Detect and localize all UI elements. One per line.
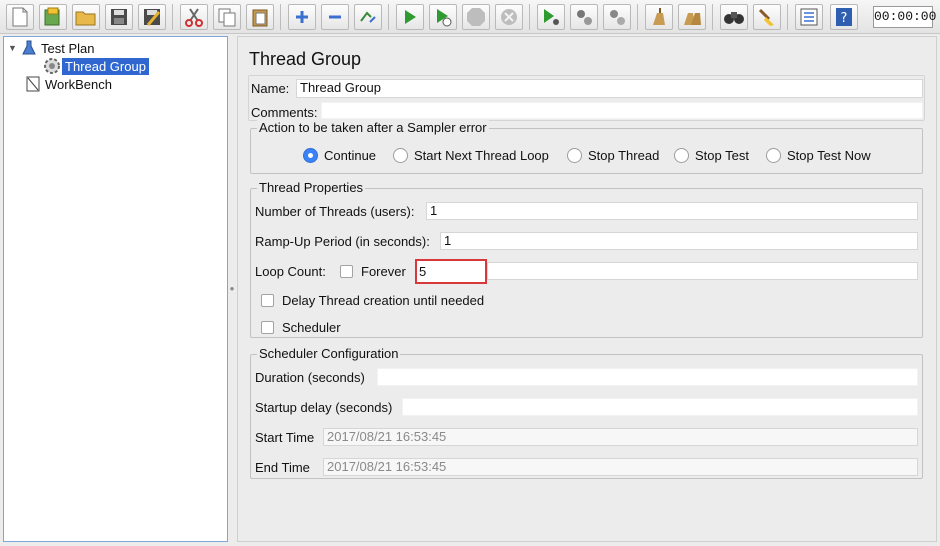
radio-label: Start Next Thread Loop bbox=[414, 148, 549, 163]
scheduler-checkbox[interactable]: Scheduler bbox=[261, 320, 341, 335]
checkbox-icon bbox=[261, 294, 274, 307]
thread-properties-legend: Thread Properties bbox=[257, 180, 366, 196]
name-field[interactable]: Thread Group bbox=[296, 79, 923, 98]
start-icon[interactable] bbox=[396, 4, 424, 30]
radio-icon bbox=[567, 148, 582, 163]
radio-start-next-thread-loop[interactable]: Start Next Thread Loop bbox=[393, 148, 549, 163]
tree-item-workbench[interactable]: WorkBench bbox=[24, 75, 115, 93]
radio-label: Continue bbox=[324, 148, 377, 163]
radio-stop-test-now[interactable]: Stop Test Now bbox=[766, 148, 871, 163]
sampler-error-legend: Action to be taken after a Sampler error bbox=[257, 120, 489, 136]
radio-stop-thread[interactable]: Stop Thread bbox=[567, 148, 659, 163]
svg-text:?: ? bbox=[841, 11, 848, 26]
templates-icon[interactable] bbox=[39, 4, 67, 30]
reset-search-icon[interactable] bbox=[753, 4, 781, 30]
thread-properties-section: Thread Properties Number of Threads (use… bbox=[250, 180, 923, 338]
radio-continue[interactable]: Continue bbox=[303, 148, 376, 163]
stop-icon[interactable] bbox=[462, 4, 490, 30]
radio-checked-icon bbox=[303, 148, 318, 163]
remote-start-icon[interactable] bbox=[537, 4, 565, 30]
radio-icon bbox=[393, 148, 408, 163]
open-icon[interactable] bbox=[72, 4, 100, 30]
collapse-icon[interactable] bbox=[321, 4, 349, 30]
page-title: Thread Group bbox=[249, 49, 362, 69]
toolbar: ? 00:00:00 bbox=[0, 0, 940, 34]
start-time-field[interactable]: 2017/08/21 16:53:45 bbox=[323, 428, 918, 446]
forever-checkbox[interactable]: Forever bbox=[340, 264, 406, 279]
elapsed-timer: 00:00:00 bbox=[873, 6, 936, 28]
name-label: Name: bbox=[251, 81, 290, 96]
cut-icon[interactable] bbox=[180, 4, 208, 30]
rampup-field[interactable]: 1 bbox=[440, 232, 918, 250]
threads-field[interactable]: 1 bbox=[426, 202, 918, 220]
remote-shutdown-icon[interactable] bbox=[603, 4, 631, 30]
expand-arrow-icon[interactable]: ▼ bbox=[8, 43, 20, 53]
save-icon[interactable] bbox=[105, 4, 133, 30]
expand-icon[interactable] bbox=[288, 4, 316, 30]
radio-icon bbox=[766, 148, 781, 163]
checkbox-icon bbox=[340, 265, 353, 278]
help-icon[interactable]: ? bbox=[830, 4, 858, 30]
threads-label: Number of Threads (users): bbox=[255, 204, 415, 219]
radio-label: Stop Test Now bbox=[787, 148, 871, 163]
tree-item-label: WorkBench bbox=[45, 76, 112, 92]
sampler-error-section: Action to be taken after a Sampler error… bbox=[250, 120, 923, 174]
duration-field[interactable] bbox=[377, 368, 918, 386]
startup-delay-field[interactable] bbox=[402, 398, 918, 416]
function-helper-icon[interactable] bbox=[795, 4, 823, 30]
tree-item-test-plan[interactable]: ▼ Test Plan bbox=[8, 39, 97, 57]
test-plan-tree: ▼ Test Plan Thread Group WorkBench bbox=[3, 36, 228, 542]
loop-count-field[interactable]: 5 bbox=[415, 259, 487, 284]
radio-icon bbox=[674, 148, 689, 163]
comments-field[interactable] bbox=[321, 102, 923, 119]
tree-item-label: Test Plan bbox=[41, 40, 95, 56]
end-time-field[interactable]: 2017/08/21 16:53:45 bbox=[323, 458, 918, 476]
thread-group-panel: Thread Group Name: Thread Group Comments… bbox=[237, 36, 937, 542]
delay-thread-label: Delay Thread creation until needed bbox=[282, 293, 485, 308]
duration-label: Duration (seconds) bbox=[255, 370, 365, 385]
search-icon[interactable] bbox=[720, 4, 748, 30]
startup-delay-label: Startup delay (seconds) bbox=[255, 400, 393, 415]
checkbox-icon bbox=[261, 321, 274, 334]
name-comments-section: Name: Thread Group Comments: bbox=[248, 75, 925, 121]
scheduler-config-legend: Scheduler Configuration bbox=[257, 346, 401, 362]
toggle-icon[interactable] bbox=[354, 4, 382, 30]
workbench-icon bbox=[24, 76, 42, 92]
loop-count-label: Loop Count: bbox=[255, 264, 326, 279]
shutdown-icon[interactable] bbox=[495, 4, 523, 30]
end-time-label: End Time bbox=[255, 460, 310, 475]
test-plan-icon bbox=[20, 40, 38, 56]
delay-thread-checkbox[interactable]: Delay Thread creation until needed bbox=[261, 293, 484, 308]
save-as-icon[interactable] bbox=[138, 4, 166, 30]
remote-stop-icon[interactable] bbox=[570, 4, 598, 30]
new-icon[interactable] bbox=[6, 4, 34, 30]
tree-item-label: Thread Group bbox=[62, 57, 149, 75]
clear-icon[interactable] bbox=[645, 4, 673, 30]
scheduler-config-section: Scheduler Configuration Duration (second… bbox=[250, 346, 923, 479]
radio-label: Stop Test bbox=[695, 148, 749, 163]
comments-label: Comments: bbox=[251, 105, 318, 120]
scheduler-label: Scheduler bbox=[282, 320, 341, 335]
forever-label: Forever bbox=[361, 264, 406, 279]
loop-count-field-extension[interactable] bbox=[487, 262, 918, 280]
thread-group-icon bbox=[42, 57, 62, 75]
paste-icon[interactable] bbox=[246, 4, 274, 30]
copy-icon[interactable] bbox=[213, 4, 241, 30]
rampup-label: Ramp-Up Period (in seconds): bbox=[255, 234, 430, 249]
tree-item-thread-group[interactable]: Thread Group bbox=[42, 57, 149, 75]
split-pane-handle[interactable]: ● bbox=[229, 284, 235, 294]
start-time-label: Start Time bbox=[255, 430, 315, 445]
clear-all-icon[interactable] bbox=[678, 4, 706, 30]
start-no-timers-icon[interactable] bbox=[429, 4, 457, 30]
radio-label: Stop Thread bbox=[588, 148, 660, 163]
radio-stop-test[interactable]: Stop Test bbox=[674, 148, 749, 163]
